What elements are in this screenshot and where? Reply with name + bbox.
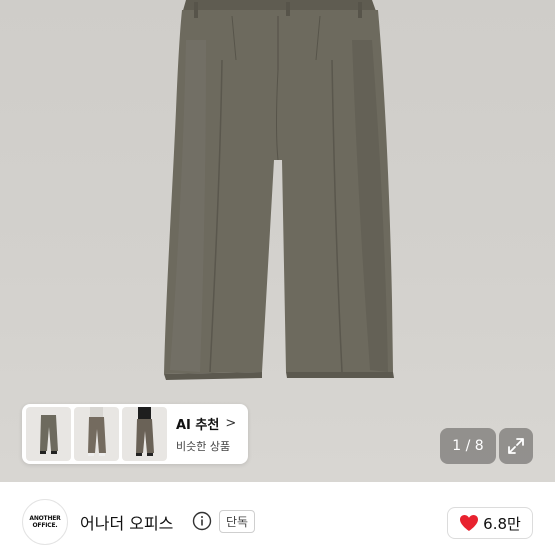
ai-recommend-card[interactable]: AI 추천 > 비슷한 상품 [22, 404, 248, 464]
thumbnail-2[interactable] [74, 407, 119, 461]
like-count: 6.8만 [483, 514, 521, 533]
info-icon[interactable] [192, 511, 212, 531]
ai-recommend-text[interactable]: AI 추천 > 비슷한 상품 [176, 414, 236, 454]
heart-icon [460, 515, 479, 531]
exclusive-badge: 단독 [219, 510, 256, 533]
ai-recommend-title: AI 추천 [176, 418, 220, 433]
ai-recommend-subtitle: 비슷한 상품 [176, 440, 231, 453]
like-button[interactable]: 6.8만 [447, 507, 533, 539]
image-counter: 1 / 8 [440, 428, 496, 464]
chevron-right-icon: > [225, 416, 237, 431]
thumbnail-3[interactable] [122, 407, 167, 461]
expand-button[interactable] [499, 428, 533, 464]
expand-icon [508, 438, 524, 454]
shop-logo-line-1: ANOTHER [29, 515, 61, 522]
thumbnail-1[interactable] [26, 407, 71, 461]
shop-name[interactable]: 어나더 오피스 [80, 510, 173, 534]
shop-logo-line-2: OFFICE. [32, 522, 58, 529]
shop-logo[interactable]: ANOTHER OFFICE. [22, 499, 68, 545]
